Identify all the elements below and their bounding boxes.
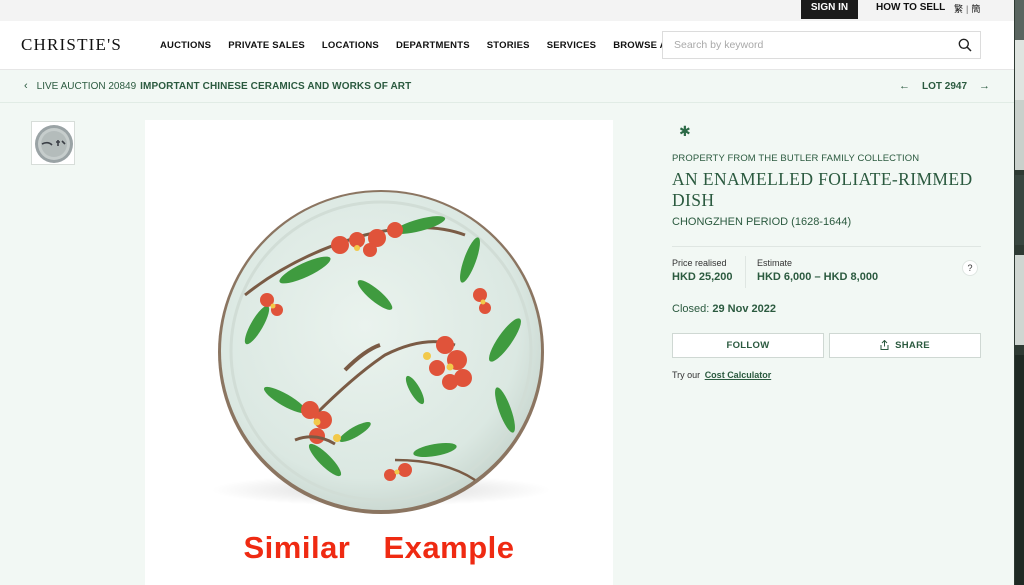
how-to-sell-link[interactable]: HOW TO SELL [876, 2, 945, 13]
nav-stories[interactable]: STORIES [487, 40, 530, 51]
lang-separator: | [966, 4, 969, 14]
search-icon[interactable] [958, 38, 972, 52]
search-box [662, 31, 981, 59]
sale-number: LIVE AUCTION 20849 [36, 81, 137, 92]
site-header: CHRISTIE'S AUCTIONS PRIVATE SALES LOCATI… [0, 21, 1014, 70]
lot-number: LOT 2947 [922, 81, 968, 92]
estimate-value: HKD 6,000 – HKD 8,000 [757, 271, 879, 283]
edge-block [1015, 255, 1024, 345]
lot-content: Similar Example ✱ PROPERTY FROM THE BUTL… [0, 103, 1014, 585]
breadcrumb-bar: ‹ LIVE AUCTION 20849 IMPORTANT CHINESE CER… [0, 70, 1014, 103]
follow-button[interactable]: FOLLOW [672, 333, 824, 358]
enamelled-dish-image [211, 190, 551, 514]
provenance-line: PROPERTY FROM THE BUTLER FAMILY COLLECTI… [672, 153, 920, 164]
edge-block [1015, 100, 1024, 170]
lang-traditional-link[interactable]: 繁 [954, 4, 963, 14]
sign-in-button[interactable]: SIGN IN [801, 0, 858, 19]
closed-date: Closed: 29 Nov 2022 [672, 303, 776, 315]
asterisk-icon: ✱ [679, 123, 691, 139]
lot-navigator: ← LOT 2947 → [899, 80, 990, 92]
edge-block [1015, 355, 1024, 585]
similar-example-overlay: Similar Example [243, 530, 515, 565]
nav-departments[interactable]: DEPARTMENTS [396, 40, 470, 51]
share-button[interactable]: SHARE [829, 333, 981, 358]
utility-bar: SIGN IN HOW TO SELL 繁 | 簡 [0, 0, 1014, 21]
price-estimate-separator [745, 256, 746, 288]
price-realised: Price realised HKD 25,200 [672, 258, 733, 283]
language-switcher: 繁 | 簡 [954, 2, 980, 15]
previous-lot-arrow-icon[interactable]: ← [899, 80, 910, 92]
share-icon [880, 340, 889, 351]
lot-thumbnail[interactable] [31, 121, 75, 165]
dish-thumbnail-image [32, 122, 74, 164]
nav-locations[interactable]: LOCATIONS [322, 40, 379, 51]
main-nav: AUCTIONS PRIVATE SALES LOCATIONS DEPARTM… [160, 40, 696, 51]
closed-date-value: 29 Nov 2022 [712, 303, 776, 315]
share-label: SHARE [895, 340, 930, 351]
edge-block [1015, 40, 1024, 100]
lot-period: CHONGZHEN PERIOD (1628-1644) [672, 216, 852, 228]
details-divider [672, 246, 981, 247]
adjacent-window-edge [1014, 0, 1024, 585]
nav-private-sales[interactable]: PRIVATE SALES [228, 40, 305, 51]
try-our-text: Try our [672, 370, 701, 380]
breadcrumb[interactable]: ‹ LIVE AUCTION 20849 IMPORTANT CHINESE CER… [24, 80, 411, 92]
cost-calculator-line: Try our Cost Calculator [672, 370, 771, 380]
help-icon[interactable]: ? [962, 260, 978, 276]
lot-title: AN ENAMELLED FOLIATE-RIMMED DISH [672, 169, 973, 210]
estimate: Estimate HKD 6,000 – HKD 8,000 [757, 258, 878, 283]
price-value: HKD 25,200 [672, 271, 733, 283]
closed-label: Closed: [672, 303, 710, 315]
chevron-left-icon: ‹ [24, 80, 28, 92]
edge-block [1015, 175, 1024, 245]
price-label: Price realised [672, 258, 727, 268]
sale-title: IMPORTANT CHINESE CERAMICS AND WORKS OF … [140, 81, 412, 92]
search-input[interactable] [663, 32, 933, 58]
next-lot-arrow-icon[interactable]: → [979, 80, 990, 92]
lang-simplified-link[interactable]: 簡 [971, 4, 980, 14]
edge-block [1015, 0, 1024, 40]
cost-calculator-link[interactable]: Cost Calculator [705, 370, 772, 380]
nav-services[interactable]: SERVICES [547, 40, 596, 51]
estimate-label: Estimate [757, 258, 793, 268]
main-lot-image-panel[interactable]: Similar Example [145, 120, 613, 585]
christies-logo[interactable]: CHRISTIE'S [21, 35, 122, 55]
nav-auctions[interactable]: AUCTIONS [160, 40, 211, 51]
